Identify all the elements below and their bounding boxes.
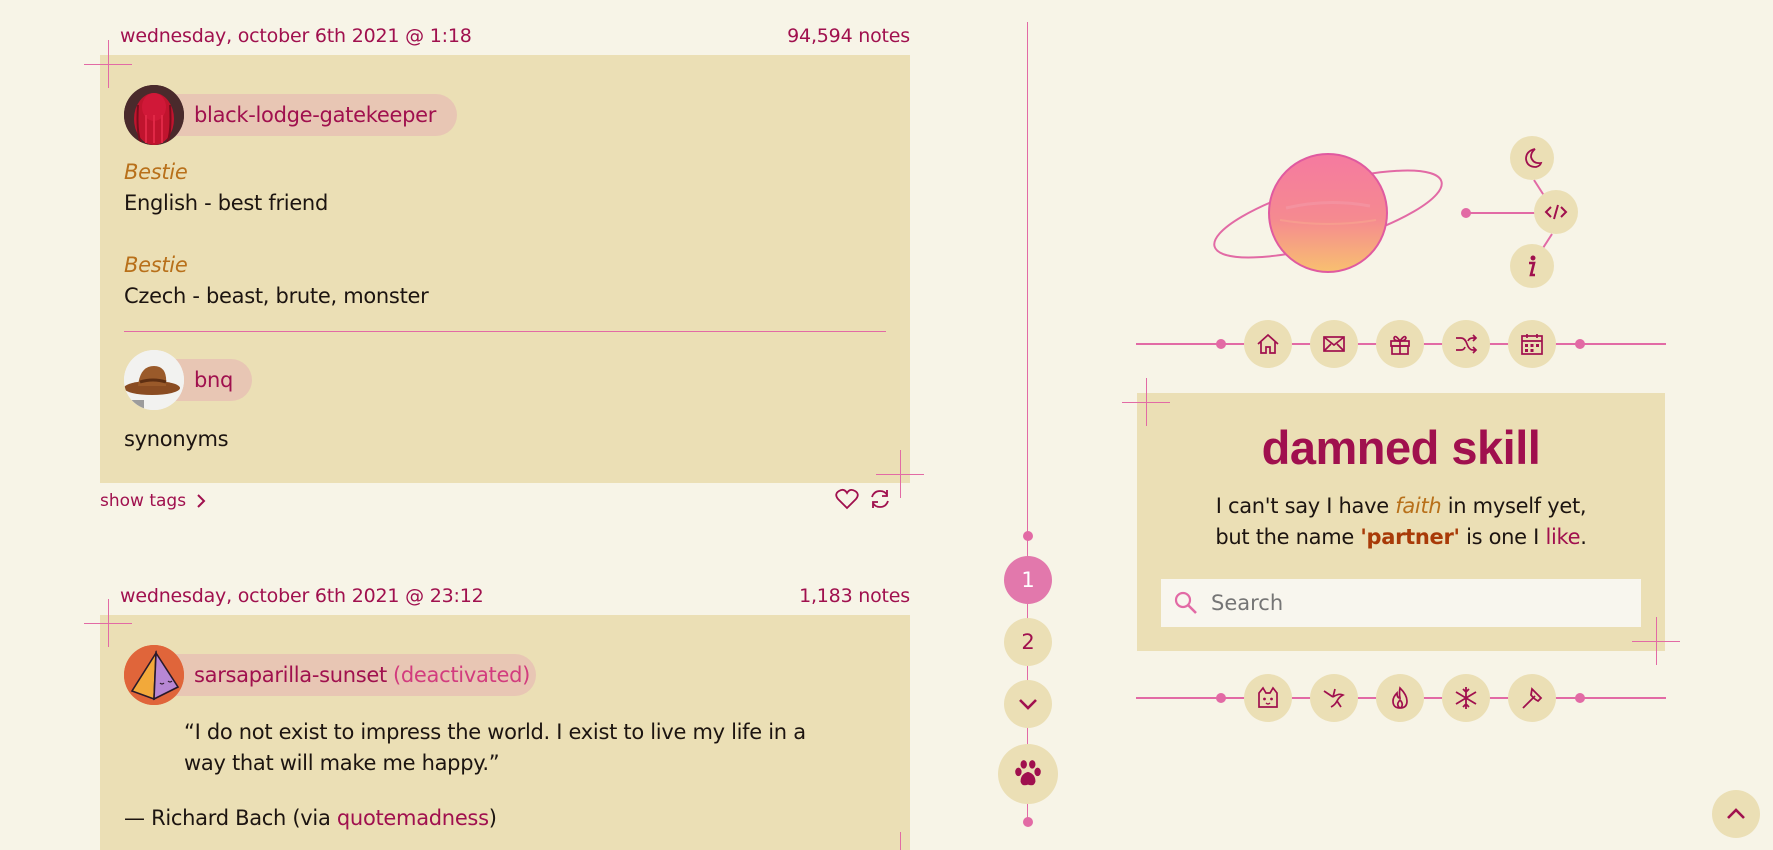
post-date[interactable]: wednesday, october 6th 2021 @ 23:12 bbox=[120, 585, 484, 607]
paw-icon bbox=[1015, 760, 1041, 786]
code-button[interactable] bbox=[1534, 190, 1578, 234]
faith-word: faith bbox=[1395, 494, 1442, 518]
shuffle-icon bbox=[1456, 334, 1478, 354]
avatar[interactable] bbox=[124, 645, 184, 705]
divider bbox=[124, 331, 886, 332]
page-1-button[interactable]: 1 bbox=[1004, 556, 1052, 604]
gift-button[interactable] bbox=[1376, 320, 1424, 368]
quote-line: “I do not exist to impress the world. I … bbox=[184, 720, 806, 744]
blog-title: damned skill bbox=[1261, 421, 1541, 474]
mail-button[interactable] bbox=[1310, 320, 1358, 368]
quote-line: way that will make me happy.” bbox=[184, 751, 500, 775]
page-2-button[interactable]: 2 bbox=[1004, 618, 1052, 666]
search-box[interactable] bbox=[1161, 579, 1641, 627]
cat-icon bbox=[1258, 686, 1278, 708]
paw-button[interactable] bbox=[998, 744, 1058, 804]
user-pill[interactable]: sarsaparilla-sunset (deactivated) bbox=[150, 654, 536, 696]
info-icon bbox=[1529, 255, 1536, 277]
home-icon bbox=[1257, 333, 1279, 354]
page-number: 2 bbox=[1021, 630, 1035, 654]
description-line: I can't say I have faith in myself yet, bbox=[1215, 494, 1587, 518]
attribution-suffix: ) bbox=[488, 806, 497, 830]
partner-word: 'partner' bbox=[1360, 525, 1460, 549]
info-button[interactable] bbox=[1510, 244, 1554, 288]
reply-text: synonyms bbox=[124, 427, 229, 451]
avatar[interactable] bbox=[124, 85, 184, 145]
tag-button-cat[interactable] bbox=[1244, 674, 1292, 722]
fire-icon bbox=[1392, 686, 1408, 709]
calendar-icon bbox=[1521, 334, 1543, 355]
planet-logo bbox=[1213, 153, 1443, 273]
username[interactable]: sarsaparilla-sunset bbox=[194, 663, 387, 687]
username[interactable]: black-lodge-gatekeeper bbox=[194, 103, 436, 127]
search-icon bbox=[1174, 591, 1197, 614]
post-notes[interactable]: 1,183 notes bbox=[799, 585, 910, 607]
show-tags-button[interactable]: show tags bbox=[100, 491, 208, 511]
attribution: — Richard Bach (via quotemadness) bbox=[124, 806, 497, 830]
post-notes[interactable]: 94,594 notes bbox=[787, 25, 910, 47]
moon-icon bbox=[1525, 148, 1543, 168]
attribution-prefix: — Richard Bach (via bbox=[124, 806, 337, 830]
entry-text: English - best friend bbox=[124, 191, 328, 215]
like-word: like bbox=[1545, 525, 1581, 549]
tag-button-snow[interactable] bbox=[1442, 674, 1490, 722]
archive-button[interactable] bbox=[1508, 320, 1556, 368]
random-button[interactable] bbox=[1442, 320, 1490, 368]
tag-button-fire[interactable] bbox=[1376, 674, 1424, 722]
home-button[interactable] bbox=[1244, 320, 1292, 368]
page-number: 1 bbox=[1021, 568, 1035, 592]
chevron-right-icon bbox=[197, 494, 206, 508]
gift-icon bbox=[1390, 335, 1410, 355]
mail-icon bbox=[1323, 336, 1345, 352]
user-status: (deactivated) bbox=[393, 663, 530, 687]
post-date[interactable]: wednesday, october 6th 2021 @ 1:18 bbox=[120, 25, 472, 47]
hummingbird-icon bbox=[1323, 688, 1345, 708]
username[interactable]: bnq bbox=[194, 368, 233, 392]
chevron-up-icon bbox=[1727, 808, 1745, 819]
next-page-button[interactable] bbox=[1004, 680, 1052, 728]
reblog-icon[interactable] bbox=[868, 488, 892, 510]
chevron-down-icon bbox=[1019, 699, 1037, 710]
description-line: but the name 'partner' is one I like. bbox=[1215, 525, 1587, 549]
theme-toggle-button[interactable] bbox=[1510, 136, 1554, 180]
user-pill[interactable]: black-lodge-gatekeeper bbox=[150, 94, 457, 136]
axe-icon bbox=[1522, 687, 1543, 709]
entry-label: Bestie bbox=[124, 160, 188, 184]
entry-text: Czech - beast, brute, monster bbox=[124, 284, 429, 308]
tag-button-bird[interactable] bbox=[1310, 674, 1358, 722]
scroll-top-button[interactable] bbox=[1712, 790, 1760, 838]
heart-icon[interactable] bbox=[835, 488, 859, 510]
entry-label: Bestie bbox=[124, 253, 188, 277]
snowflake-icon bbox=[1455, 687, 1477, 709]
source-link[interactable]: quotemadness bbox=[337, 806, 489, 830]
code-icon bbox=[1544, 204, 1568, 220]
tag-button-axe[interactable] bbox=[1508, 674, 1556, 722]
show-tags-label: show tags bbox=[100, 491, 187, 511]
avatar[interactable] bbox=[124, 350, 184, 410]
search-input[interactable] bbox=[1211, 591, 1611, 615]
